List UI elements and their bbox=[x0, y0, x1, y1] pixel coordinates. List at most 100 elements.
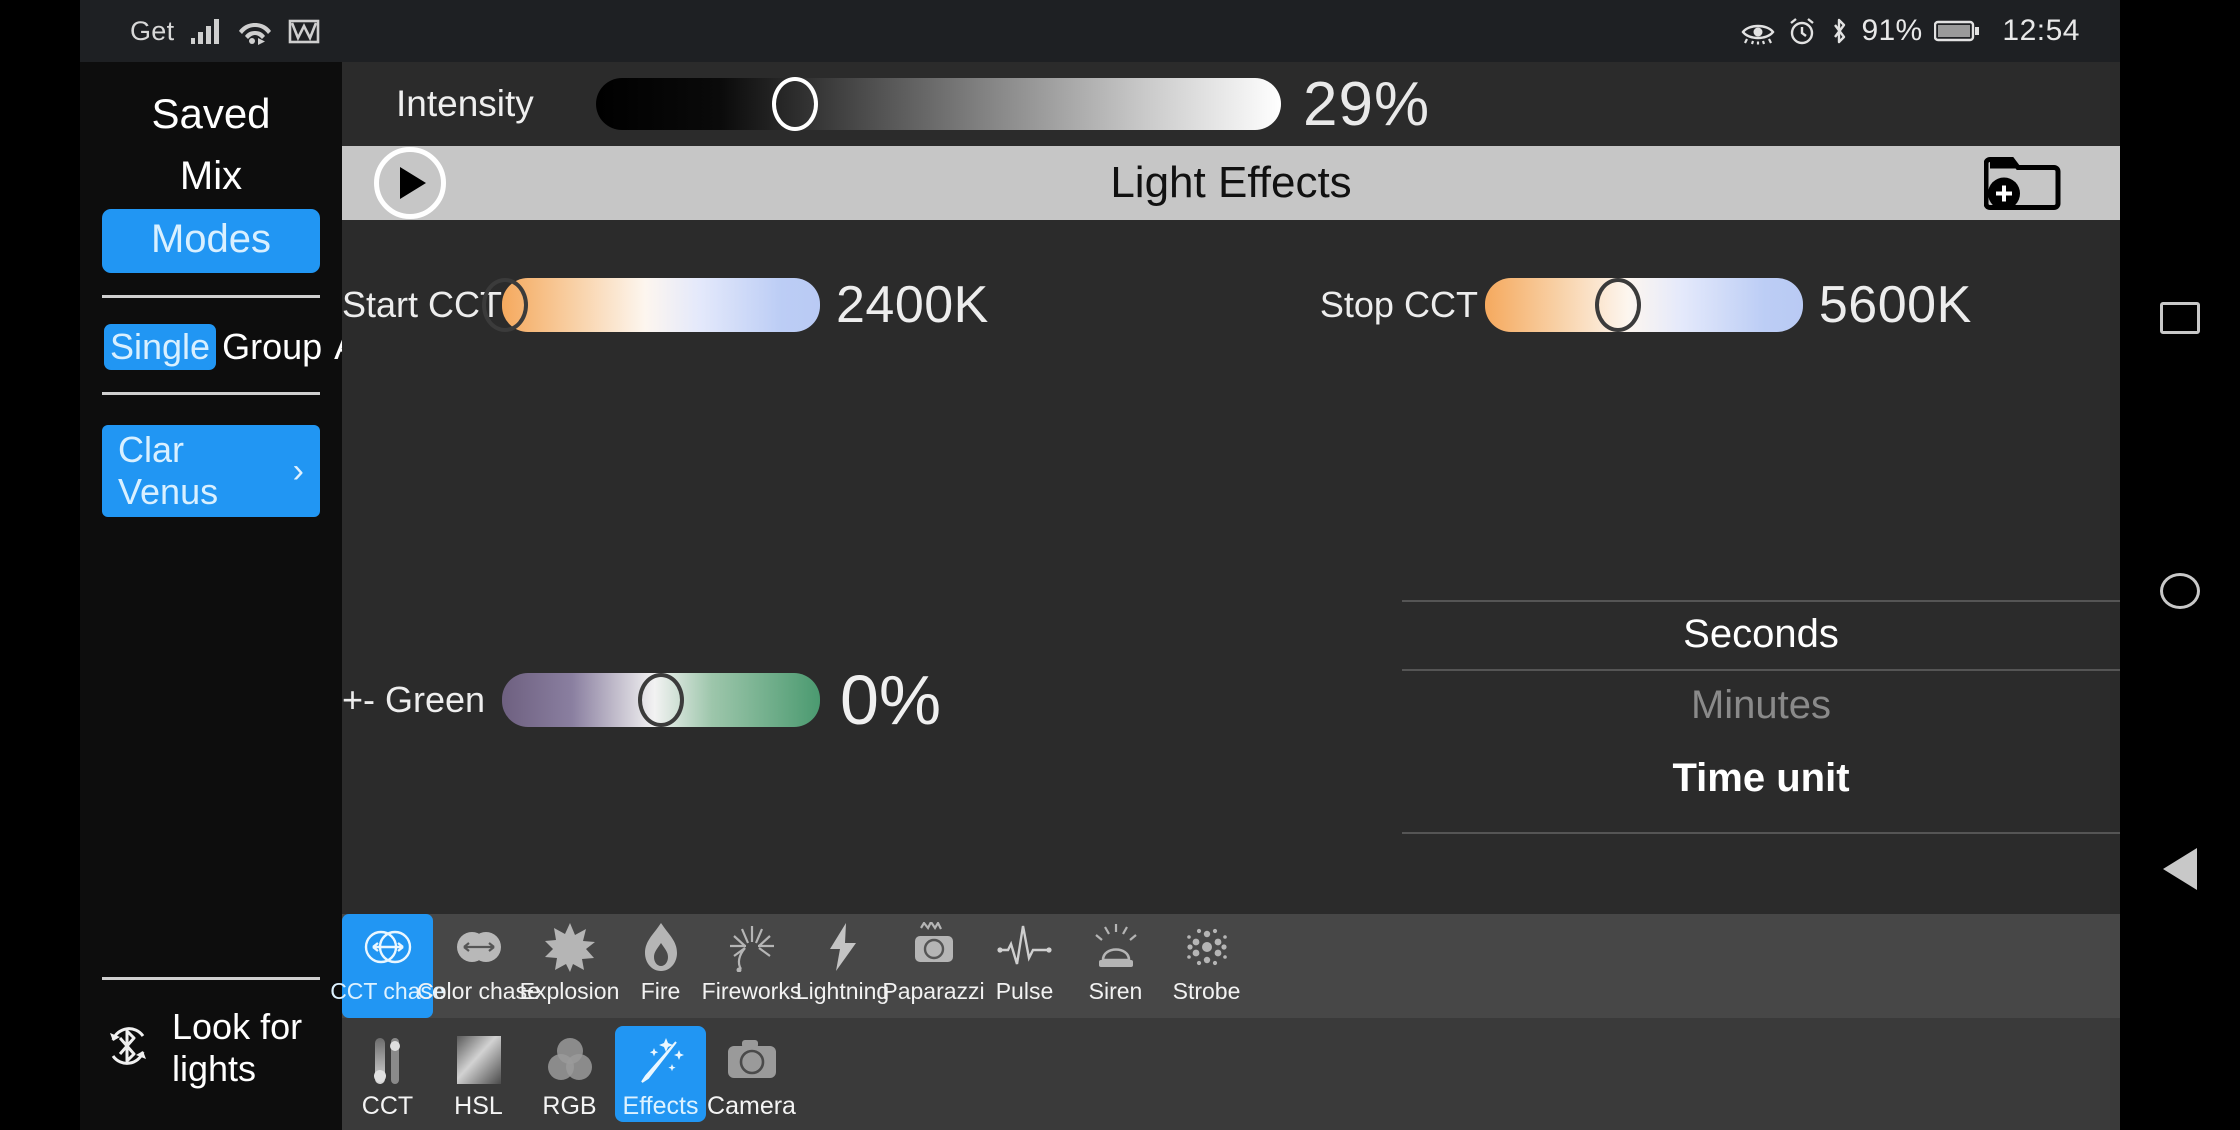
time-unit-picker[interactable]: Seconds Minutes Time unit bbox=[1402, 600, 2120, 801]
start-cct-control: Start CCT 2400K bbox=[342, 275, 1320, 335]
play-triangle bbox=[400, 167, 426, 199]
green-value-label: 0% bbox=[840, 661, 942, 739]
cct-row: Start CCT 2400K Stop CCT 5600K bbox=[342, 275, 2120, 335]
signal-bars-icon bbox=[190, 17, 222, 45]
intensity-slider-thumb[interactable] bbox=[771, 77, 818, 131]
effect-item-paparazzi[interactable]: Paparazzi bbox=[882, 914, 985, 1018]
saved-label[interactable]: Saved bbox=[102, 90, 320, 138]
start-cct-slider-thumb[interactable] bbox=[482, 278, 529, 332]
cct-sliders-icon bbox=[365, 1032, 411, 1090]
effect-item-strobe[interactable]: Strobe bbox=[1161, 914, 1252, 1018]
green-label: +- Green bbox=[342, 679, 486, 720]
start-cct-slider[interactable] bbox=[482, 278, 820, 332]
effect-item-pulse[interactable]: Pulse bbox=[979, 914, 1070, 1018]
time-unit-next-option[interactable]: Minutes bbox=[1402, 671, 2120, 738]
effect-label: Pulse bbox=[995, 978, 1054, 1004]
stop-cct-slider[interactable] bbox=[1484, 278, 1803, 332]
nav-label: Camera bbox=[707, 1092, 796, 1120]
chevron-right-icon: › bbox=[292, 451, 304, 490]
effect-item-explosion[interactable]: Explosion bbox=[520, 914, 619, 1018]
status-bar-left: Get bbox=[130, 16, 320, 47]
intensity-value-label: 29% bbox=[1303, 69, 1431, 139]
look-for-lights-button[interactable]: Look for lights bbox=[102, 1006, 320, 1130]
cct-chase-icon bbox=[359, 920, 417, 974]
fire-icon bbox=[641, 920, 681, 974]
intensity-label: Intensity bbox=[396, 83, 534, 124]
camera-icon bbox=[724, 1032, 780, 1090]
green-control: +- Green 0% bbox=[342, 660, 941, 740]
intensity-slider[interactable] bbox=[596, 77, 1281, 131]
scope-single-option[interactable]: Single bbox=[104, 324, 217, 370]
strobe-icon bbox=[1182, 920, 1232, 974]
bluetooth-icon bbox=[1829, 17, 1849, 45]
nav-item-camera[interactable]: Camera bbox=[706, 1026, 797, 1122]
app-screen: Get 91% 12:54 Saved Mix Modes Single Gro… bbox=[0, 0, 2240, 1130]
effect-item-siren[interactable]: Siren bbox=[1070, 914, 1161, 1018]
green-slider-thumb[interactable] bbox=[638, 673, 684, 727]
nav-item-rgb[interactable]: RGB bbox=[524, 1026, 615, 1122]
siren-icon bbox=[1088, 920, 1144, 974]
sidebar-divider-top bbox=[102, 295, 320, 298]
light-effects-title: Light Effects bbox=[1110, 158, 1352, 207]
nav-item-cct[interactable]: CCT bbox=[342, 1026, 433, 1122]
nav-item-hsl[interactable]: HSL bbox=[433, 1026, 524, 1122]
start-cct-label: Start CCT bbox=[342, 284, 503, 325]
device-item-clar-venus[interactable]: Clar Venus › bbox=[102, 425, 320, 517]
magic-wand-icon bbox=[634, 1032, 688, 1090]
hsl-gradient-icon bbox=[452, 1032, 506, 1090]
recents-square-icon[interactable] bbox=[2160, 301, 2200, 334]
effect-label: Lightning bbox=[795, 978, 890, 1004]
time-unit-selected-option[interactable]: Seconds bbox=[1402, 602, 2120, 669]
play-icon[interactable] bbox=[374, 147, 446, 219]
nav-label: HSL bbox=[454, 1092, 503, 1120]
effect-label: Strobe bbox=[1172, 978, 1241, 1004]
modes-button[interactable]: Modes bbox=[102, 209, 320, 273]
battery-icon bbox=[1934, 18, 1980, 44]
fireworks-icon bbox=[725, 920, 779, 974]
green-slider[interactable] bbox=[502, 673, 820, 727]
effect-item-color-chase[interactable]: Color chase bbox=[417, 914, 540, 1018]
stop-cct-slider-thumb[interactable] bbox=[1595, 278, 1642, 332]
bluetooth-scan-icon bbox=[102, 1020, 154, 1077]
time-unit-line-end bbox=[1402, 832, 2120, 834]
nav-label: Effects bbox=[622, 1092, 699, 1120]
effect-item-lightning[interactable]: Lightning bbox=[795, 914, 890, 1018]
mix-label[interactable]: Mix bbox=[102, 154, 320, 199]
sidebar-divider-bottom bbox=[102, 977, 320, 980]
gmail-icon bbox=[288, 17, 320, 45]
battery-percent-label: 91% bbox=[1861, 14, 1923, 47]
home-circle-icon[interactable] bbox=[2160, 572, 2200, 609]
stop-cct-value-label: 5600K bbox=[1818, 276, 1972, 334]
alarm-icon bbox=[1787, 17, 1817, 45]
color-chase-icon bbox=[450, 920, 508, 974]
effect-label: Fireworks bbox=[701, 978, 802, 1004]
effects-list: CCT chase Color chase Explosion Fire Fir… bbox=[330, 914, 2120, 1018]
folder-add-icon[interactable] bbox=[1983, 150, 2062, 217]
android-nav-bar bbox=[2120, 62, 2240, 1130]
effect-label: Fire bbox=[640, 978, 681, 1004]
effect-item-fireworks[interactable]: Fireworks bbox=[702, 914, 801, 1018]
lightning-icon bbox=[826, 920, 860, 974]
sidebar: Saved Mix Modes Single Group All Clar Ve… bbox=[80, 62, 374, 1130]
scope-group-option[interactable]: Group bbox=[216, 324, 328, 370]
clock-label: 12:54 bbox=[2002, 14, 2080, 47]
nav-item-effects[interactable]: Effects bbox=[615, 1026, 706, 1122]
bottom-nav: CCT HSL RGB Effects Camera bbox=[342, 1018, 2120, 1130]
back-triangle-icon[interactable] bbox=[2163, 848, 2197, 891]
wifi-icon bbox=[238, 17, 272, 45]
effect-item-fire[interactable]: Fire bbox=[615, 914, 706, 1018]
effect-label: Explosion bbox=[519, 978, 620, 1004]
stop-cct-label: Stop CCT bbox=[1319, 284, 1478, 325]
light-effects-header: Light Effects bbox=[342, 146, 2120, 220]
carrier-label: Get bbox=[130, 15, 175, 46]
look-for-lights-label: Look for lights bbox=[172, 1006, 303, 1089]
intensity-row: Intensity 29% bbox=[342, 62, 2120, 146]
rgb-circles-icon bbox=[543, 1032, 597, 1090]
explosion-icon bbox=[544, 920, 596, 974]
effect-parameters: Start CCT 2400K Stop CCT 5600K +- Green bbox=[342, 220, 2120, 1010]
sidebar-divider-mid bbox=[102, 392, 320, 395]
status-bar: Get 91% 12:54 bbox=[80, 0, 2120, 62]
paparazzi-icon bbox=[907, 920, 961, 974]
nav-label: CCT bbox=[361, 1092, 414, 1120]
